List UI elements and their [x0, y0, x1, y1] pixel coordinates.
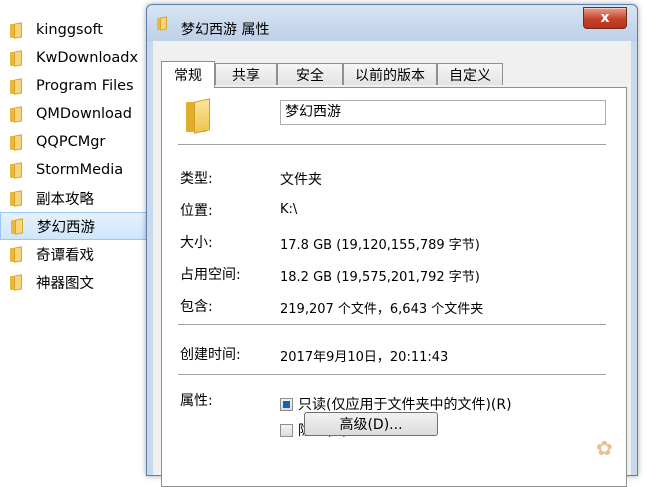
tab-sharing[interactable]: 共享 [215, 63, 277, 85]
separator [178, 144, 606, 145]
folder-name-input[interactable]: 梦幻西游 [280, 100, 606, 125]
list-item[interactable]: 奇谭看戏 [0, 240, 160, 268]
explorer-folder-list: kinggsoft KwDownloadx Program Files QMDo… [0, 0, 160, 458]
contains-value: 219,207 个文件，6,643 个文件夹 [280, 302, 484, 317]
folder-icon [10, 106, 28, 123]
folder-icon [10, 190, 28, 207]
list-item[interactable]: StormMedia [0, 156, 160, 184]
advanced-button[interactable]: 高级(D)... [304, 412, 438, 436]
disk-size-label: 占用空间: [180, 267, 241, 283]
list-item-label: StormMedia [36, 162, 124, 178]
list-item[interactable]: 神器图文 [0, 268, 160, 296]
list-item-label: 梦幻西游 [37, 219, 95, 236]
checkbox-indeterminate-icon[interactable] [280, 397, 293, 411]
created-label: 创建时间: [180, 347, 241, 363]
size-value: 17.8 GB (19,120,155,789 字节) [280, 238, 480, 253]
list-item-label: KwDownloadx [36, 50, 139, 66]
folder-icon [10, 162, 28, 179]
list-item[interactable]: 副本攻略 [0, 184, 160, 212]
readonly-label: 只读(仅应用于文件夹中的文件)(R) [298, 397, 512, 413]
tab-security[interactable]: 安全 [277, 63, 343, 85]
list-item[interactable]: kinggsoft [0, 16, 160, 44]
title-bar[interactable]: 梦幻西游 属性 x [147, 5, 637, 41]
tab-customize[interactable]: 自定义 [437, 63, 503, 85]
list-item-selected[interactable]: 梦幻西游 [0, 212, 160, 240]
list-item[interactable]: KwDownloadx [0, 44, 160, 72]
folder-icon [10, 22, 28, 39]
created-value: 2017年9月10日，20:11:43 [280, 350, 449, 365]
location-label: 位置: [180, 203, 213, 219]
attributes-label: 属性: [180, 393, 213, 409]
list-item[interactable]: QMDownload [0, 100, 160, 128]
tab-previous-versions[interactable]: 以前的版本 [343, 63, 437, 85]
readonly-checkbox[interactable]: 只读(仅应用于文件夹中的文件)(R) [280, 394, 512, 414]
separator [178, 374, 606, 375]
decorative-flower-icon: ✿ [596, 436, 613, 460]
list-item-label: 副本攻略 [36, 191, 94, 208]
folder-icon [10, 78, 28, 95]
properties-dialog: 梦幻西游 属性 x 常规 共享 安全 以前的版本 自定义 梦幻西游 类型: 文件… [146, 4, 638, 487]
close-button[interactable]: x [583, 7, 627, 29]
list-item[interactable]: QQPCMgr [0, 128, 160, 156]
type-label: 类型: [180, 171, 213, 187]
size-label: 大小: [180, 235, 213, 251]
location-value: K:\ [280, 202, 298, 217]
type-value: 文件夹 [280, 172, 322, 188]
dialog-client: 常规 共享 安全 以前的版本 自定义 梦幻西游 类型: 文件夹 位置: K:\ … [153, 41, 631, 487]
list-item-label: QMDownload [36, 106, 132, 122]
dialog-title: 梦幻西游 属性 [181, 22, 270, 38]
folder-icon [10, 246, 28, 263]
list-item-label: 奇谭看戏 [36, 247, 94, 264]
checkbox-icon[interactable] [280, 423, 293, 437]
contains-label: 包含: [180, 299, 213, 315]
separator [178, 324, 606, 325]
folder-icon [157, 16, 171, 31]
folder-icon [10, 50, 28, 67]
list-item-label: kinggsoft [36, 22, 103, 38]
close-icon: x [600, 10, 610, 26]
list-item-label: QQPCMgr [36, 134, 106, 150]
list-item-label: 神器图文 [36, 275, 94, 292]
folder-icon [10, 134, 28, 151]
folder-icon [10, 274, 28, 291]
folder-icon [186, 98, 218, 134]
list-item-label: Program Files [36, 78, 134, 94]
tab-general[interactable]: 常规 [161, 61, 215, 88]
folder-icon [11, 218, 29, 235]
list-item[interactable]: Program Files [0, 72, 160, 100]
disk-size-value: 18.2 GB (19,575,201,792 字节) [280, 270, 480, 285]
